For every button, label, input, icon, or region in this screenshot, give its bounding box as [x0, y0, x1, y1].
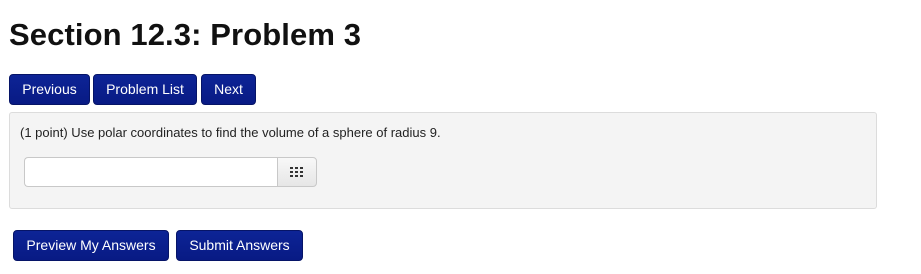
preview-answers-button[interactable]: Preview My Answers: [13, 230, 169, 261]
page-title: Section 12.3: Problem 3: [9, 17, 362, 52]
answer-input[interactable]: [24, 157, 278, 187]
problem-page: Section 12.3: Problem 3 Previous Problem…: [0, 0, 921, 274]
problem-statement: (1 point) Use polar coordinates to find …: [20, 125, 441, 140]
next-button[interactable]: Next: [201, 74, 256, 105]
equation-keypad-button[interactable]: [277, 157, 317, 187]
previous-button[interactable]: Previous: [9, 74, 90, 105]
problem-list-button[interactable]: Problem List: [93, 74, 197, 105]
problem-panel: (1 point) Use polar coordinates to find …: [9, 112, 877, 209]
keypad-grid-icon: [290, 167, 303, 177]
answer-group: [24, 157, 317, 187]
submit-answers-button[interactable]: Submit Answers: [176, 230, 303, 261]
